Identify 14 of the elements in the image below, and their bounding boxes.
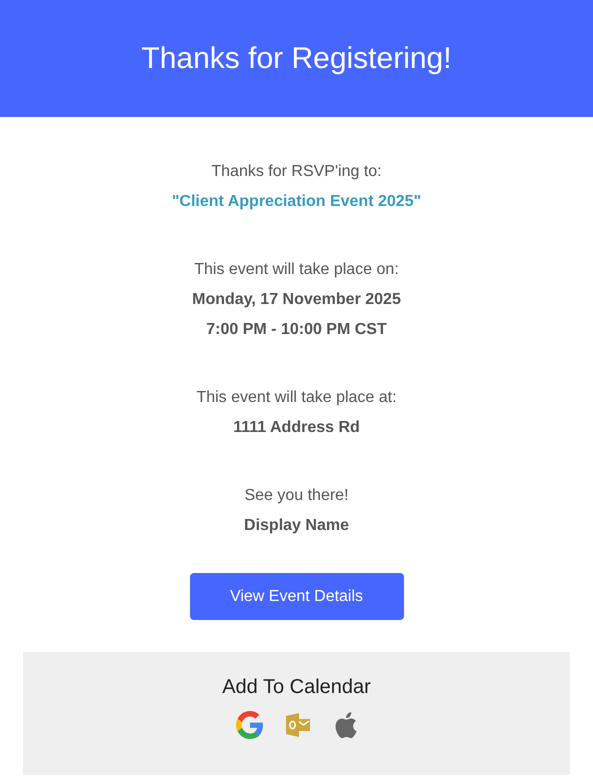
- detail-text: Monday, 17 November 2025: [192, 290, 401, 310]
- detail-text: 1111 Address Rd: [233, 418, 360, 438]
- calendar-title: Add To Calendar: [222, 675, 371, 700]
- message-text: See you there!: [244, 486, 349, 506]
- detail-text: 7:00 PM - 10:00 PM CST: [206, 320, 387, 340]
- detail-text: Display Name: [244, 516, 349, 536]
- view-event-details-button[interactable]: View Event Details: [190, 573, 404, 620]
- google-g-icon[interactable]: [236, 711, 264, 739]
- message-text: This event will take place at:: [196, 388, 397, 408]
- message-text: Thanks for RSVP'ing to:: [211, 162, 382, 182]
- event-name: "Client Appreciation Event 2025": [172, 192, 422, 212]
- envelope-icon[interactable]: [284, 711, 312, 739]
- page-title: Thanks for Registering!: [141, 44, 452, 74]
- message-text: This event will take place on:: [194, 260, 399, 280]
